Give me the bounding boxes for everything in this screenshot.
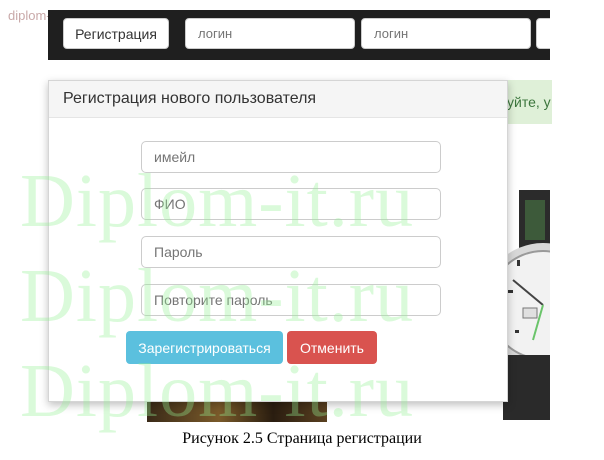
register-nav-button[interactable]: Регистрация (63, 18, 169, 49)
modal-title: Регистрация нового пользователя (49, 81, 507, 118)
figure-caption: Рисунок 2.5 Страница регистрации (182, 430, 422, 447)
cancel-button[interactable]: Отменить (287, 331, 377, 364)
login-input[interactable] (185, 18, 355, 49)
registration-modal: Регистрация нового пользователя Зарегист… (48, 80, 508, 402)
password-repeat-field[interactable] (141, 284, 441, 316)
extra-input[interactable] (536, 18, 550, 49)
register-button[interactable]: Зарегистрироваться (126, 331, 283, 364)
password-field[interactable] (141, 236, 441, 268)
email-field[interactable] (141, 141, 441, 173)
fullname-field[interactable] (141, 188, 441, 220)
password-input[interactable] (361, 18, 531, 49)
welcome-alert: уйте, у (505, 80, 552, 124)
product-image-bottom (147, 402, 327, 422)
top-navbar: Регистрация (48, 10, 550, 60)
